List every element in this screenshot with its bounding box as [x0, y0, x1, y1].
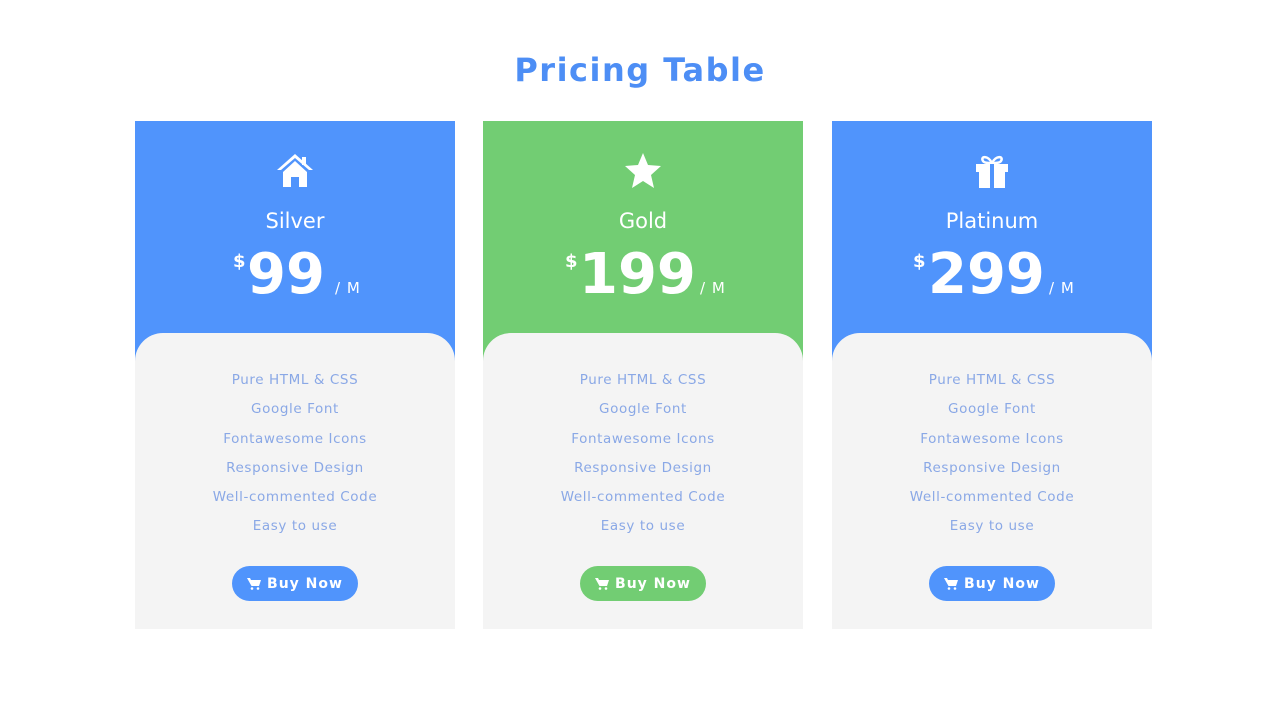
- pricing-card-platinum: Platinum $ 299 / M Pure HTML & CSS Googl…: [832, 121, 1152, 629]
- feature-item: Well-commented Code: [560, 489, 726, 506]
- feature-item: Responsive Design: [574, 459, 712, 476]
- buy-now-label: Buy Now: [267, 575, 343, 592]
- price-period: / M: [1049, 279, 1075, 297]
- feature-item: Google Font: [948, 401, 1036, 418]
- pricing-page: Pricing Table Silver $ 99 / M Pure HTML …: [0, 0, 1280, 720]
- buy-now-label: Buy Now: [964, 575, 1040, 592]
- feature-item: Pure HTML & CSS: [579, 372, 707, 388]
- feature-item: Google Font: [599, 401, 687, 418]
- plan-price: $ 99 / M: [135, 243, 455, 307]
- price-amount: 299: [928, 242, 1045, 307]
- cart-icon: [595, 577, 610, 590]
- pricing-card-gold: Gold $ 199 / M Pure HTML & CSS Google Fo…: [483, 121, 803, 629]
- buy-now-label: Buy Now: [615, 575, 691, 592]
- feature-item: Easy to use: [252, 518, 338, 535]
- currency-symbol: $: [233, 251, 246, 272]
- price-period: / M: [335, 279, 361, 297]
- feature-item: Well-commented Code: [909, 489, 1075, 506]
- price-amount: 199: [579, 242, 696, 307]
- cart-icon: [944, 577, 959, 590]
- gift-icon: [972, 151, 1012, 191]
- plan-price: $ 299 / M: [832, 243, 1152, 307]
- feature-list: Pure HTML & CSS Google Font Fontawesome …: [483, 366, 803, 542]
- feature-item: Well-commented Code: [212, 489, 378, 506]
- price-period: / M: [700, 279, 726, 297]
- feature-item: Pure HTML & CSS: [231, 372, 359, 388]
- feature-item: Fontawesome Icons: [223, 430, 367, 447]
- feature-item: Google Font: [251, 401, 339, 418]
- pricing-card-silver: Silver $ 99 / M Pure HTML & CSS Google F…: [135, 121, 455, 629]
- plan-name: Platinum: [945, 209, 1039, 233]
- feature-list: Pure HTML & CSS Google Font Fontawesome …: [135, 366, 455, 542]
- feature-item: Fontawesome Icons: [920, 430, 1064, 447]
- feature-item: Easy to use: [600, 518, 686, 535]
- currency-symbol: $: [913, 251, 926, 272]
- cart-icon: [247, 577, 262, 590]
- currency-symbol: $: [565, 251, 578, 272]
- feature-list: Pure HTML & CSS Google Font Fontawesome …: [832, 366, 1152, 542]
- feature-item: Fontawesome Icons: [571, 430, 715, 447]
- star-icon: [623, 151, 663, 191]
- plan-price: $ 199 / M: [483, 243, 803, 307]
- price-amount: 99: [247, 242, 325, 307]
- home-icon: [275, 151, 315, 191]
- plan-name: Gold: [618, 209, 668, 233]
- page-title: Pricing Table: [514, 51, 766, 89]
- plan-name: Silver: [265, 209, 325, 233]
- buy-now-button[interactable]: Buy Now: [580, 566, 706, 601]
- buy-now-button[interactable]: Buy Now: [929, 566, 1055, 601]
- buy-now-button[interactable]: Buy Now: [232, 566, 358, 601]
- feature-item: Easy to use: [949, 518, 1035, 535]
- feature-item: Pure HTML & CSS: [928, 372, 1056, 388]
- feature-item: Responsive Design: [923, 459, 1061, 476]
- feature-item: Responsive Design: [226, 459, 364, 476]
